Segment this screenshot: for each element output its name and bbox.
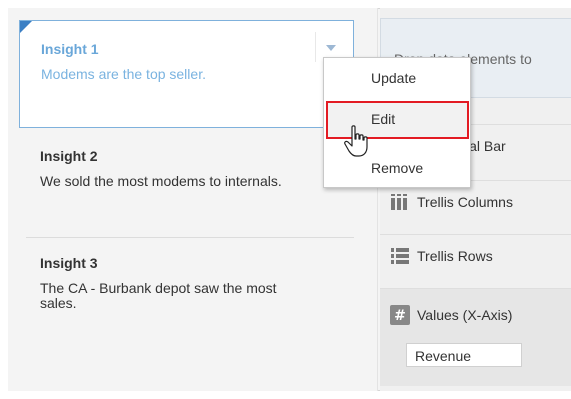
insight-title: Insight 2: [40, 148, 98, 164]
trellis-columns-icon: [391, 194, 407, 210]
row-label: Trellis Rows: [417, 248, 493, 264]
row-trellis-rows[interactable]: Trellis Rows: [380, 234, 571, 278]
insight-text: We sold the most modems to internals.: [40, 173, 282, 189]
divider: [26, 237, 354, 238]
svg-text:#: #: [394, 308, 406, 324]
insight-text: The CA - Burbank depot saw the most sale…: [40, 280, 277, 311]
insight-text: Modems are the top seller.: [41, 66, 206, 82]
row-label: Trellis Columns: [417, 194, 513, 210]
insight-title: Insight 3: [40, 255, 98, 271]
menu-item-label: Update: [371, 70, 417, 86]
row-label: Values (X-Axis): [417, 307, 513, 323]
insight-card[interactable]: Insight 2 We sold the most modems to int…: [40, 148, 340, 189]
menu-item-label: Edit: [371, 111, 396, 127]
insight-card-selected[interactable]: Insight 1 Modems are the top seller.: [19, 20, 354, 128]
selected-corner-marker: [20, 21, 32, 33]
hand-cursor-icon: [344, 125, 368, 157]
menu-item-update[interactable]: Update: [324, 61, 472, 95]
revenue-chip[interactable]: Revenue: [406, 343, 522, 367]
insight-card[interactable]: Insight 3 The CA - Burbank depot saw the…: [40, 255, 340, 311]
trellis-rows-icon: [391, 248, 409, 264]
menu-item-label: Remove: [371, 160, 424, 176]
insight-title: Insight 1: [41, 41, 99, 57]
context-menu: Update Edit Remove: [323, 57, 471, 188]
values-axis-icon: #: [390, 305, 410, 325]
row-values-x-axis[interactable]: # Values (X-Axis): [380, 288, 571, 386]
revenue-label: Revenue: [415, 348, 472, 364]
chevron-down-icon: [326, 45, 336, 51]
